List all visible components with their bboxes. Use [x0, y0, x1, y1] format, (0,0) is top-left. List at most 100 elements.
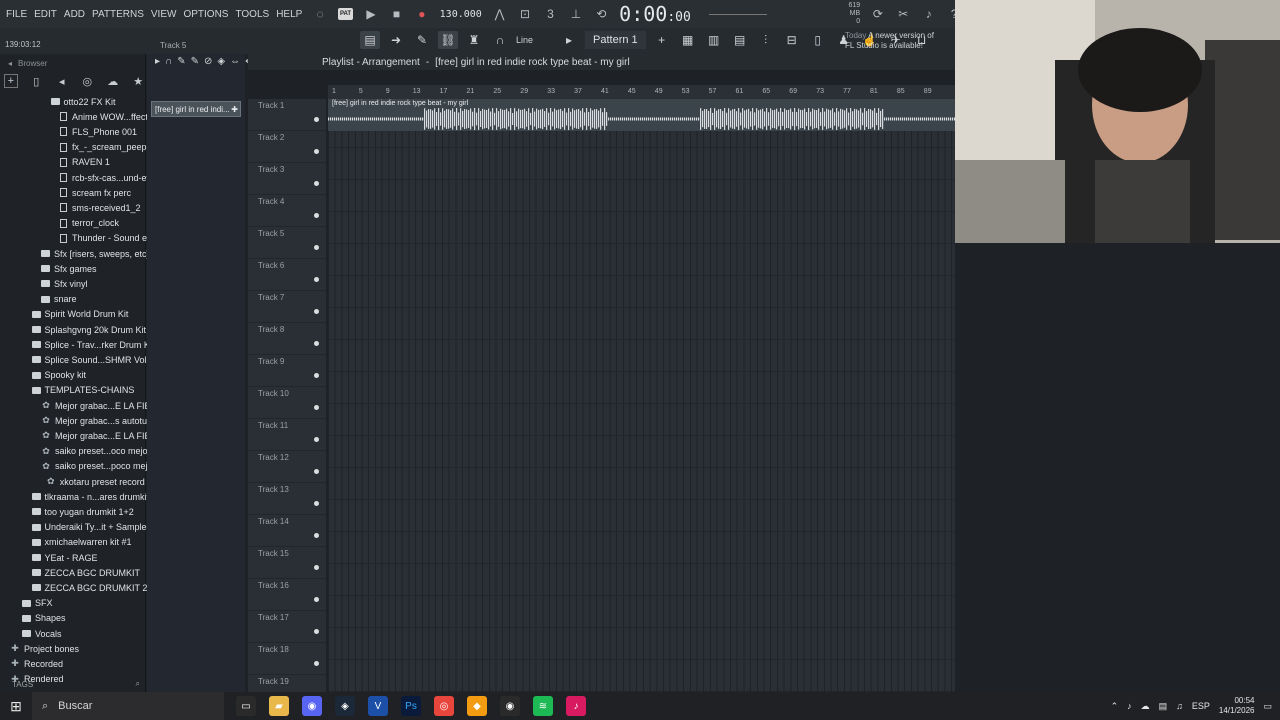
- stamp-icon[interactable]: ♜: [464, 31, 484, 49]
- volume-icon[interactable]: ♫: [1176, 701, 1183, 711]
- menu-arrow-icon[interactable]: ◂: [8, 59, 12, 68]
- draw-icon[interactable]: ✎: [177, 56, 185, 67]
- step-edit-icon[interactable]: ⊥: [568, 6, 583, 22]
- menu-options[interactable]: OPTIONS: [183, 9, 228, 20]
- play-button[interactable]: ▶: [363, 6, 378, 22]
- arrow-icon[interactable]: ➜: [386, 31, 406, 49]
- refresh-icon[interactable]: ⟳: [870, 6, 885, 22]
- browser-item[interactable]: sms-received1_2: [60, 200, 141, 215]
- track-header[interactable]: Track 18: [248, 643, 326, 675]
- vscode-icon[interactable]: V: [368, 696, 388, 716]
- browser-item[interactable]: Sfx vinyl: [41, 276, 88, 291]
- link-icon[interactable]: ⛓: [438, 31, 458, 49]
- track-mute-led[interactable]: [314, 437, 319, 442]
- news-panel[interactable]: Today A newer version of FL Studio is av…: [845, 31, 934, 51]
- browser-item[interactable]: SFX: [22, 596, 53, 611]
- browser-item[interactable]: RAVEN 1: [60, 155, 110, 170]
- add-pattern-icon[interactable]: +: [652, 31, 672, 49]
- pattern-prev-icon[interactable]: ▸: [559, 31, 579, 49]
- track-mute-led[interactable]: [314, 661, 319, 666]
- fl-studio-icon[interactable]: ◆: [467, 696, 487, 716]
- track-mute-led[interactable]: [314, 309, 319, 314]
- browser-item[interactable]: tlkraama - n...ares drumkit: [31, 489, 149, 504]
- network-icon[interactable]: ▤: [1159, 701, 1168, 712]
- track-header[interactable]: Track 2: [248, 131, 326, 163]
- browser-item[interactable]: too yugan drumkit 1+2: [31, 504, 134, 519]
- browser-item[interactable]: Spooky kit: [31, 368, 86, 383]
- track-header[interactable]: Track 13: [248, 483, 326, 515]
- menu-tools[interactable]: TOOLS: [235, 9, 269, 20]
- browser-item[interactable]: ✿ saiko preset...oco mejor v2: [41, 444, 162, 459]
- browser-item[interactable]: Splashgvng 20k Drum Kit: [31, 322, 146, 337]
- track-header[interactable]: Track 14: [248, 515, 326, 547]
- taskbar-search[interactable]: ⌕ Buscar: [32, 692, 224, 720]
- loop-record-icon[interactable]: ⟲: [594, 6, 609, 22]
- record-button[interactable]: ●: [414, 6, 429, 22]
- chrome-icon[interactable]: ◎: [434, 696, 454, 716]
- browser-item[interactable]: Sfx [risers, sweeps, etc]: [41, 246, 149, 261]
- clock[interactable]: 00:54 14/1/2026: [1219, 696, 1255, 716]
- steam-icon[interactable]: ◈: [335, 696, 355, 716]
- snap-icon[interactable]: ▤: [360, 31, 380, 49]
- obs-icon[interactable]: ◉: [500, 696, 520, 716]
- delete-icon[interactable]: ⊘: [204, 56, 212, 67]
- spotify-icon[interactable]: ≋: [533, 696, 553, 716]
- discord-icon[interactable]: ◉: [302, 696, 322, 716]
- disc-icon[interactable]: ◎: [81, 74, 94, 88]
- magnet-icon[interactable]: ∩: [490, 31, 510, 49]
- project-icon[interactable]: ▯: [808, 31, 828, 49]
- playlist-grid[interactable]: [328, 99, 955, 692]
- track-header[interactable]: Track 17: [248, 611, 326, 643]
- track-mute-led[interactable]: [314, 405, 319, 410]
- browser-item[interactable]: YEat - RAGE: [31, 550, 98, 565]
- pat-song-toggle[interactable]: PAT: [337, 8, 354, 20]
- track-header[interactable]: Track 6: [248, 259, 326, 291]
- slip-icon[interactable]: ⇔: [230, 56, 240, 67]
- file-explorer-icon[interactable]: ▰: [269, 696, 289, 716]
- tempo-display[interactable]: 130.000: [440, 9, 482, 20]
- audio-clip[interactable]: [free] girl in red indie rock type beat …: [328, 99, 955, 131]
- paint-icon[interactable]: ✎: [191, 56, 199, 67]
- magnet-tool-icon[interactable]: ∩: [165, 56, 172, 67]
- browser-item[interactable]: ZECCA BGC DRUMKIT: [31, 565, 140, 580]
- track-header[interactable]: Track 3: [248, 163, 326, 195]
- browser-icon[interactable]: ⊟: [782, 31, 802, 49]
- track-header[interactable]: Track 7: [248, 291, 326, 323]
- track-header[interactable]: Track 16: [248, 579, 326, 611]
- microphone-icon[interactable]: ♪: [921, 6, 936, 22]
- onedrive-icon[interactable]: ☁: [1141, 701, 1150, 712]
- browser-item[interactable]: ✿ saiko preset...poco mejor: [41, 459, 155, 474]
- browser-item[interactable]: xmichaelwarren kit #1: [31, 535, 132, 550]
- star-icon[interactable]: ★: [132, 74, 145, 88]
- track-header[interactable]: Track 8: [248, 323, 326, 355]
- track-header[interactable]: Track 9: [248, 355, 326, 387]
- add-icon[interactable]: +: [4, 74, 18, 88]
- browser-item[interactable]: ✚ Project bones: [10, 641, 79, 656]
- track-mute-led[interactable]: [314, 213, 319, 218]
- timeline-ruler[interactable]: 1 5 9 13 17 21 25 29 33 37 41 45 49 53 57 61 65 69 73 77 81 8…: [328, 85, 955, 99]
- snap-mode-label[interactable]: Line: [516, 35, 533, 45]
- browser-item[interactable]: Sfx games: [41, 261, 97, 276]
- menu-help[interactable]: HELP: [276, 9, 302, 20]
- track-mute-led[interactable]: [314, 341, 319, 346]
- menu-view[interactable]: VIEW: [151, 9, 177, 20]
- search-icon[interactable]: ⌕: [136, 679, 140, 689]
- mute-icon[interactable]: ◈: [217, 56, 225, 67]
- browser-item[interactable]: Vocals: [22, 626, 62, 641]
- menu-file[interactable]: FILE: [6, 9, 27, 20]
- browser-item[interactable]: ✚ Recorded: [10, 656, 63, 671]
- browser-item[interactable]: Splice Sound...SHMR Vol. 3: [31, 352, 157, 367]
- windows-start-icon[interactable]: ⊞: [0, 692, 32, 720]
- pattern-selector[interactable]: Pattern 1: [585, 31, 646, 49]
- language-indicator[interactable]: ESP: [1192, 701, 1210, 711]
- browser-item[interactable]: Splice - Trav...rker Drum Kit: [31, 337, 154, 352]
- notifications-icon[interactable]: ▭: [1263, 701, 1272, 712]
- browser-item[interactable]: Shapes: [22, 611, 66, 626]
- menu-add[interactable]: ADD: [64, 9, 85, 20]
- selected-clip[interactable]: [free] girl in red indi... ✚: [151, 101, 241, 117]
- file-icon[interactable]: ▯: [30, 74, 43, 88]
- cut-icon[interactable]: ✂: [896, 6, 911, 22]
- track-header[interactable]: Track 10: [248, 387, 326, 419]
- browser-item[interactable]: terror_clock: [60, 216, 119, 231]
- record-mode-icon[interactable]: ◌: [312, 6, 327, 22]
